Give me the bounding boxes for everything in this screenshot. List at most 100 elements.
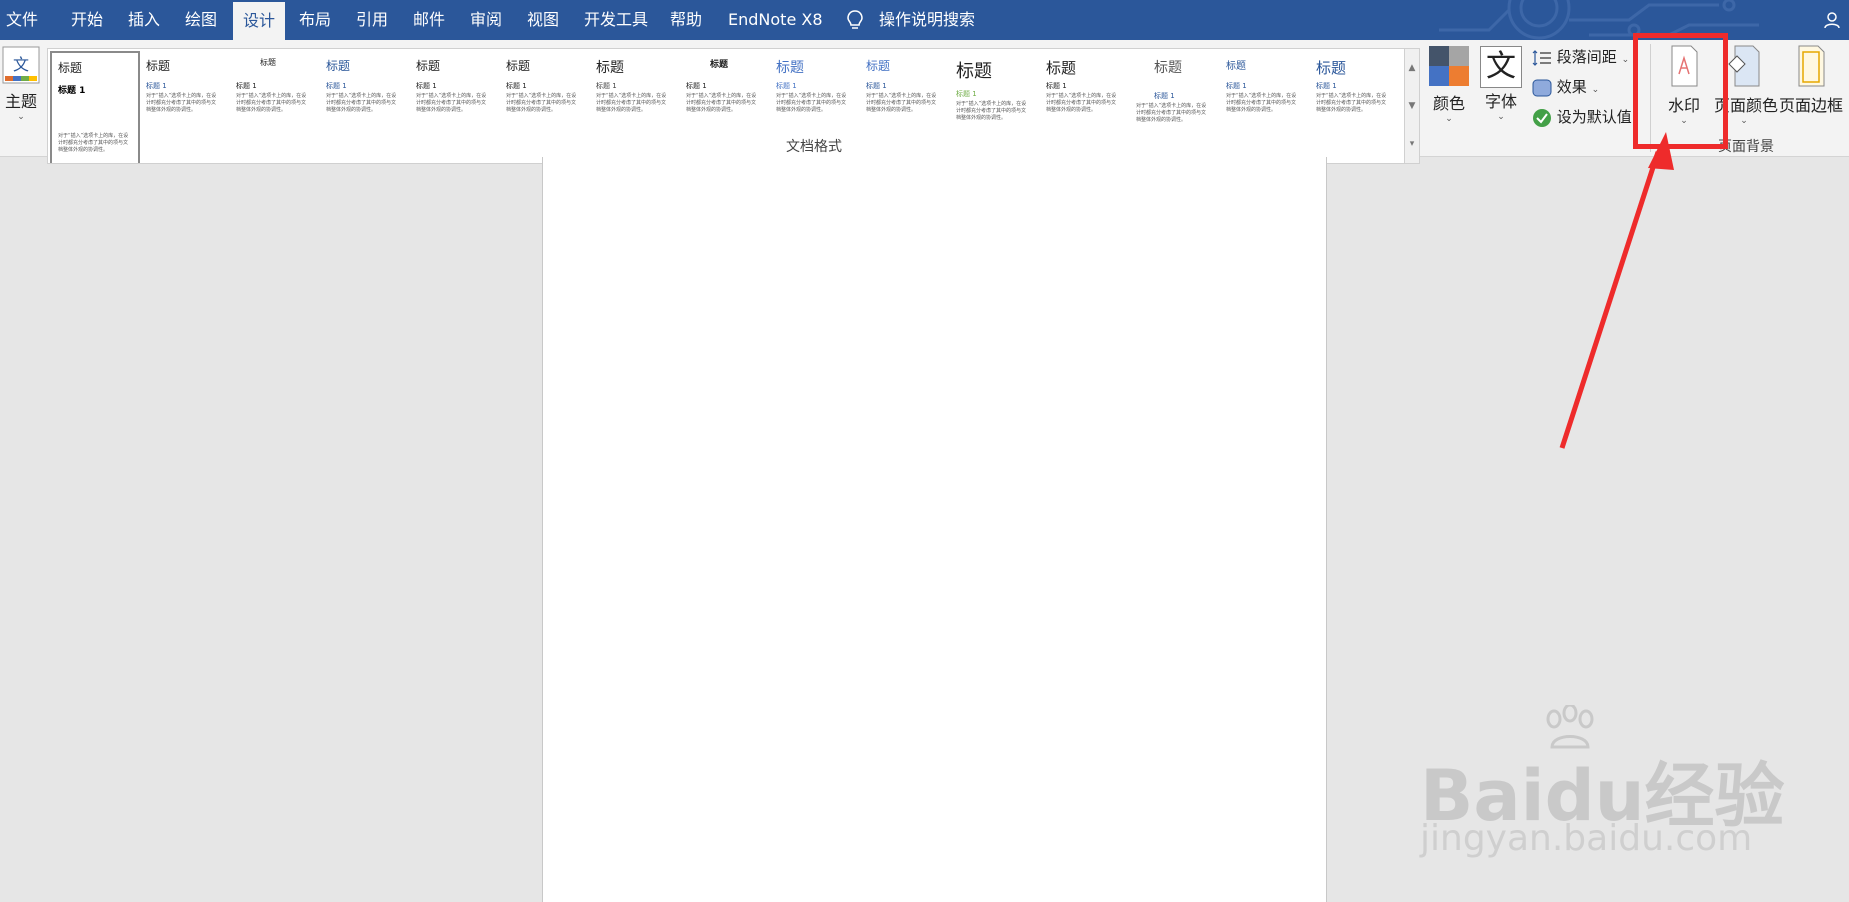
style-title: 标题 (326, 59, 351, 73)
style-title: 标题 (1046, 59, 1077, 77)
themes-label: 主题 (4, 92, 37, 111)
style-title: 标题 (146, 59, 171, 73)
lightbulb-icon (847, 10, 863, 29)
style-body: 对于“插入”选项卡上的库，在设计时都充分考虑了其中的项与文档整体外观的协调性。 (866, 93, 937, 113)
colors-button[interactable]: 颜色 ⌄ (1428, 46, 1470, 124)
tab-endnote[interactable]: EndNote X8 (728, 0, 823, 40)
style-set-item[interactable]: 标题标题 1 对于“插入”选项卡上的库，在设计时都充分考虑了其中的项与文档整体外观… (140, 51, 226, 161)
tab-review[interactable]: 审阅 (470, 0, 502, 40)
tab-home[interactable]: 开始 (71, 0, 103, 40)
style-set-item[interactable]: 标题标题 1 对于“插入”选项卡上的库，在设计时都充分考虑了其中的项与文档整体外观… (1130, 51, 1216, 161)
page-borders-button[interactable]: 页面边框 (1778, 44, 1844, 116)
watermark-url: jingyan.baidu.com (1420, 818, 1753, 859)
style-body: 对于“插入”选项卡上的库，在设计时都充分考虑了其中的项与文档整体外观的协调性。 (58, 133, 129, 153)
scroll-down-icon[interactable]: ▼ (1405, 87, 1419, 125)
style-title: 标题 (866, 59, 891, 73)
style-body: 对于“插入”选项卡上的库，在设计时都充分考虑了其中的项与文档整体外观的协调性。 (776, 93, 847, 113)
style-body: 对于“插入”选项卡上的库，在设计时都充分考虑了其中的项与文档整体外观的协调性。 (1136, 103, 1207, 123)
style-set-item[interactable]: 标题标题 1 对于“插入”选项卡上的库，在设计时都充分考虑了其中的项与文档整体外观… (590, 51, 676, 161)
style-title: 标题 (58, 61, 83, 75)
style-body: 对于“插入”选项卡上的库，在设计时都充分考虑了其中的项与文档整体外观的协调性。 (1046, 93, 1117, 113)
style-title: 标题 (260, 58, 276, 67)
style-set-item[interactable]: 标题 标题 1 对于“插入”选项卡上的库，在设计时都充分考虑了其中的项与文档整体外观… (230, 51, 316, 161)
gallery-scroll[interactable]: ▲ ▼ ▾ (1404, 48, 1420, 164)
style-heading: 标题 1 (1226, 82, 1247, 90)
style-title: 标题 (1226, 61, 1246, 72)
style-body: 对于“插入”选项卡上的库，在设计时都充分考虑了其中的项与文档整体外观的协调性。 (146, 93, 217, 113)
tab-developer[interactable]: 开发工具 (584, 0, 648, 40)
style-title: 标题 (776, 60, 804, 76)
colors-label: 颜色 (1432, 94, 1465, 113)
tab-file[interactable]: 文件 (6, 0, 38, 40)
fonts-icon: 文 (1480, 46, 1522, 88)
style-heading: 标题 1 (596, 82, 617, 90)
style-heading: 标题 1 (146, 82, 167, 90)
tab-insert[interactable]: 插入 (128, 0, 160, 40)
fonts-button[interactable]: 文 字体 ⌄ (1480, 46, 1522, 122)
style-title: 标题 (1154, 60, 1182, 76)
style-heading: 标题 1 (506, 82, 527, 90)
style-title: 标题 (956, 61, 992, 82)
chevron-down-icon: ⌄ (1497, 112, 1505, 122)
effects-icon (1532, 79, 1552, 96)
style-heading: 标题 1 (1154, 92, 1175, 100)
tab-draw[interactable]: 绘图 (185, 0, 217, 40)
paragraph-spacing-icon (1532, 49, 1551, 66)
tab-mailings[interactable]: 邮件 (413, 0, 445, 40)
chevron-down-icon: ⌄ (17, 112, 25, 122)
tab-view[interactable]: 视图 (527, 0, 559, 40)
style-set-item[interactable]: 标题标题 1 对于“插入”选项卡上的库，在设计时都充分考虑了其中的项与文档整体外观… (320, 51, 406, 161)
style-set-item[interactable]: 标题标题 1 对于“插入”选项卡上的库，在设计时都充分考虑了其中的项与文档整体外观… (1040, 51, 1126, 161)
chevron-down-icon: ⌄ (1621, 55, 1630, 65)
style-heading: 标题 1 (416, 82, 437, 90)
style-set-item[interactable]: 标题 标题 1 对于“插入”选项卡上的库，在设计时都充分考虑了其中的项与文档整体外观… (410, 51, 496, 161)
style-heading: 标题 1 (686, 82, 707, 90)
tab-references[interactable]: 引用 (356, 0, 388, 40)
gallery-more-icon[interactable]: ▾ (1405, 125, 1419, 163)
tab-design[interactable]: 设计 (233, 2, 286, 40)
style-heading: 标题 1 (58, 86, 86, 96)
style-heading: 标题 1 (236, 82, 257, 90)
themes-button[interactable]: 文 主题 ⌄ (1, 46, 41, 122)
paragraph-spacing-button[interactable]: 段落间距 ⌄ (1532, 46, 1629, 67)
style-set-item[interactable]: 标题 标题 1 对于“插入”选项卡上的库，在设计时都充分考虑了其中的项与文档整体外观… (860, 51, 946, 161)
scroll-up-icon[interactable]: ▲ (1405, 49, 1419, 87)
tell-me-search[interactable]: 操作说明搜索 (879, 0, 975, 40)
style-heading: 标题 1 (776, 82, 797, 90)
document-page[interactable] (542, 157, 1327, 902)
effects-label: 效果 (1556, 78, 1587, 96)
style-body: 对于“插入”选项卡上的库，在设计时都充分考虑了其中的项与文档整体外观的协调性。 (1316, 93, 1387, 113)
effects-button[interactable]: 效果 ⌄ (1532, 76, 1599, 97)
style-title: 标题 (710, 60, 729, 70)
style-heading: 标题 1 (1316, 82, 1337, 90)
tab-help[interactable]: 帮助 (670, 0, 702, 40)
checkmark-icon (1533, 108, 1551, 127)
style-set-item[interactable]: 标题 标题 1 对于“插入”选项卡上的库，在设计时都充分考虑了其中的项与文档整体外观… (500, 51, 586, 161)
themes-icon: 文 (2, 46, 40, 84)
set-as-default-button[interactable]: 设为默认值 (1532, 106, 1632, 128)
fonts-label: 字体 (1484, 92, 1517, 111)
account-icon[interactable] (1822, 10, 1842, 30)
page-color-icon (1728, 45, 1760, 87)
style-set-gallery[interactable]: 标题标题 1 对于“插入”选项卡上的库，在设计时都充分考虑了其中的项与文档整体外观… (47, 48, 1406, 164)
style-body: 对于“插入”选项卡上的库，在设计时都充分考虑了其中的项与文档整体外观的协调性。 (596, 93, 667, 113)
style-title: 标题 (596, 60, 624, 76)
style-set-item[interactable]: 标题标题 1 对于“插入”选项卡上的库，在设计时都充分考虑了其中的项与文档整体外观… (680, 51, 766, 161)
chevron-down-icon: ⌄ (1445, 114, 1453, 124)
style-body: 对于“插入”选项卡上的库，在设计时都充分考虑了其中的项与文档整体外观的协调性。 (506, 93, 577, 113)
style-set-item[interactable]: 标题标题 1 对于“插入”选项卡上的库，在设计时都充分考虑了其中的项与文档整体外观… (1310, 51, 1396, 161)
svg-text:文: 文 (13, 55, 29, 74)
style-set-item[interactable]: 标题标题 1 对于“插入”选项卡上的库，在设计时都充分考虑了其中的项与文档整体外观… (50, 51, 140, 163)
tab-layout[interactable]: 布局 (299, 0, 331, 40)
paragraph-spacing-label: 段落间距 (1556, 48, 1617, 66)
style-heading: 标题 1 (1046, 82, 1067, 90)
style-body: 对于“插入”选项卡上的库，在设计时都充分考虑了其中的项与文档整体外观的协调性。 (1226, 93, 1297, 113)
style-title: 标题 (1316, 59, 1347, 77)
style-body: 对于“插入”选项卡上的库，在设计时都充分考虑了其中的项与文档整体外观的协调性。 (326, 93, 397, 113)
chevron-down-icon: ⌄ (1591, 85, 1600, 95)
style-set-item[interactable]: 标题标题 1 对于“插入”选项卡上的库，在设计时都充分考虑了其中的项与文档整体外观… (1220, 51, 1306, 161)
set-as-default-label: 设为默认值 (1556, 108, 1632, 126)
style-set-item[interactable]: 标题 标题 1 对于“插入”选项卡上的库，在设计时都充分考虑了其中的项与文档整体外观… (950, 51, 1036, 161)
style-heading: 标题 1 (326, 82, 347, 90)
style-body: 对于“插入”选项卡上的库，在设计时都充分考虑了其中的项与文档整体外观的协调性。 (686, 93, 757, 113)
